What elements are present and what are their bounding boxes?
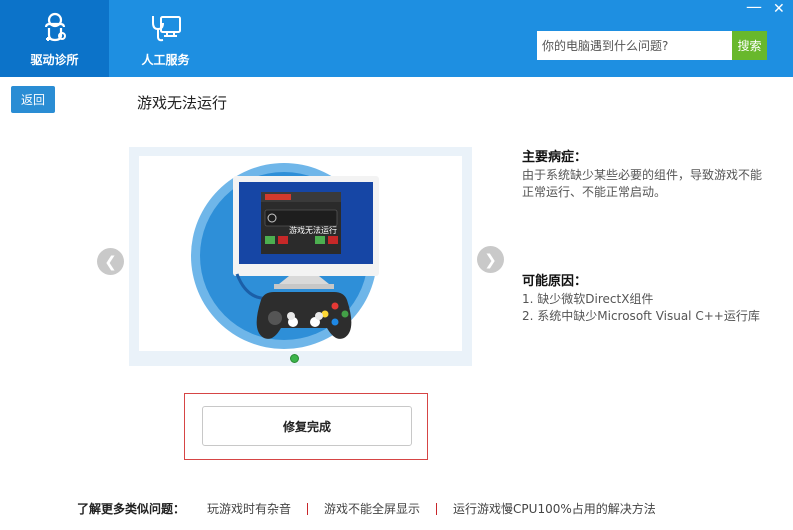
carousel-next-button[interactable]: ❯ — [477, 246, 504, 273]
cause-heading: 可能原因： — [522, 274, 588, 289]
symptom-section: 主要病症： 由于系统缺少某些必要的组件，导致游戏不能正常运行、不能正常启动。 — [522, 149, 762, 201]
link-divider — [436, 502, 438, 515]
related-link[interactable]: 运行游戏慢CPU100%占用的解决方法 — [453, 500, 656, 517]
minimize-button[interactable]: — — [746, 0, 762, 15]
page-title: 游戏无法运行 — [137, 94, 228, 112]
close-button[interactable]: ✕ — [773, 2, 785, 16]
carousel-dot-active[interactable] — [290, 354, 299, 363]
doctor-icon — [44, 12, 66, 42]
search-button[interactable]: 搜索 — [732, 31, 767, 60]
tab-driver-clinic[interactable]: 驱动诊所 — [0, 0, 109, 77]
related-problems-footer: 了解更多类似问题： 玩游戏时有杂音 游戏不能全屏显示 运行游戏慢CPU100%占… — [77, 500, 656, 517]
chevron-right-icon: ❯ — [484, 250, 497, 269]
symptom-text: 由于系统缺少某些必要的组件，导致游戏不能正常运行、不能正常启动。 — [522, 168, 763, 199]
chevron-left-icon: ❮ — [104, 252, 117, 271]
tab-driver-clinic-label: 驱动诊所 — [30, 53, 79, 67]
driver-clinic-window: 驱动诊所 人工服务 — ✕ 搜索 返回 游戏无法运行 — [0, 0, 793, 530]
link-divider — [307, 502, 309, 515]
cause-section: 可能原因： 1. 缺少微软DirectX组件 2. 系统中缺少Microsoft… — [522, 273, 762, 325]
problem-illustration-carousel: 游戏无法运行 — [129, 147, 472, 366]
symptom-heading: 主要病症： — [522, 150, 588, 165]
game-console-illustration — [191, 163, 379, 349]
back-button[interactable]: 返回 — [11, 86, 55, 113]
tab-human-service[interactable]: 人工服务 — [111, 0, 220, 77]
fix-complete-button[interactable]: 修复完成 — [202, 406, 412, 446]
screen-error-text: 游戏无法运行 — [289, 226, 337, 235]
cause-item: 2. 系统中缺少Microsoft Visual C++运行库 — [522, 309, 760, 323]
related-label: 了解更多类似问题： — [77, 502, 186, 516]
header-bar: 驱动诊所 人工服务 — ✕ 搜索 — [0, 0, 793, 77]
tab-human-service-label: 人工服务 — [141, 53, 190, 67]
monitor-stethoscope-icon — [151, 16, 181, 42]
cause-item: 1. 缺少微软DirectX组件 — [522, 292, 654, 306]
related-link[interactable]: 游戏不能全屏显示 — [324, 500, 420, 517]
search-input[interactable] — [537, 31, 733, 60]
related-link[interactable]: 玩游戏时有杂音 — [207, 500, 291, 517]
carousel-slide: 游戏无法运行 — [139, 156, 462, 351]
carousel-prev-button[interactable]: ❮ — [97, 248, 124, 275]
